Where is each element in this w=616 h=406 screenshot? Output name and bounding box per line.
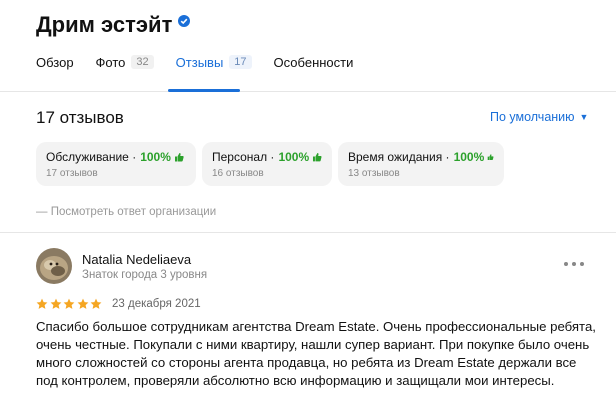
aspect-reviews: 13 отзывов [348,168,400,179]
tab-features[interactable]: Особенности [274,52,354,72]
avatar[interactable] [36,248,72,284]
org-name: Дрим эстэйт [36,12,173,37]
star-icon [77,298,88,309]
tab-label: Особенности [273,54,354,70]
aspect-percent: 100% [453,150,485,164]
author-level: Знаток города 3 уровня [82,269,208,281]
aspect-percent: 100% [278,150,310,164]
aspect-separator: · [128,150,137,164]
review-author[interactable]: Natalia Nedeliaeva [82,252,191,267]
avatar-photo [36,248,72,284]
star-icon [50,298,61,309]
sort-dropdown[interactable]: По умолчанию ▼ [490,110,588,124]
tab-count: 17 [229,55,252,69]
reviews-count: 17 отзывов [36,108,124,127]
aspect-card[interactable]: Обслуживание · 100% 17 отзывов [36,142,196,186]
more-dot [572,262,576,266]
more-dot [564,262,568,266]
verified-badge-icon [178,15,191,27]
review-date: 23 декабря 2021 [112,298,201,310]
thumbs-up-icon [313,153,322,162]
org-header: Дрим эстэйт Обзор Фото 32 Отзывы 17 Особ… [0,0,616,92]
tab-count: 32 [131,55,154,69]
star-icon [36,298,48,309]
active-tab-indicator [168,89,240,92]
aspect-percent: 100% [140,150,171,164]
aspect-separator: · [267,150,275,164]
tab-overview[interactable]: Обзор [36,52,74,72]
aspect-name: Обслуживание [46,150,129,164]
more-dot [580,262,584,266]
aspect-separator: · [442,150,450,164]
star-icon [63,298,75,309]
tab-label: Обзор [36,54,74,70]
tab-label: Фото [95,54,126,70]
thumbs-up-icon [174,153,184,162]
review-text: Спасибо большое сотрудникам агентства Dr… [36,319,596,388]
aspect-ratings: Обслуживание · 100% 17 отзывов Персонал … [36,142,510,186]
thumbs-up-icon [487,154,494,161]
tab-photos[interactable]: Фото 32 [96,52,154,72]
aspect-name: Персонал [212,150,268,164]
view-org-reply-link[interactable]: — Посмотреть ответ организации [36,206,216,218]
aspect-reviews: 16 отзывов [212,168,264,179]
aspect-reviews: 17 отзывов [46,168,98,179]
aspect-card[interactable]: Время ожидания · 100% 13 отзывов [338,142,504,186]
tab-label: Отзывы [175,54,224,70]
rating-stars [36,298,104,310]
caret-down-icon: ▼ [579,112,589,122]
star-icon [90,298,102,309]
divider [0,232,616,233]
tabs: Обзор Фото 32 Отзывы 17 Особенности [36,52,375,72]
aspect-card[interactable]: Персонал · 100% 16 отзывов [202,142,332,186]
tab-reviews[interactable]: Отзывы 17 [176,52,252,72]
more-options-icon[interactable] [564,258,584,270]
aspect-name: Время ожидания [348,150,443,164]
org-title: Дрим эстэйт [36,12,191,38]
sort-label: По умолчанию [490,110,575,124]
